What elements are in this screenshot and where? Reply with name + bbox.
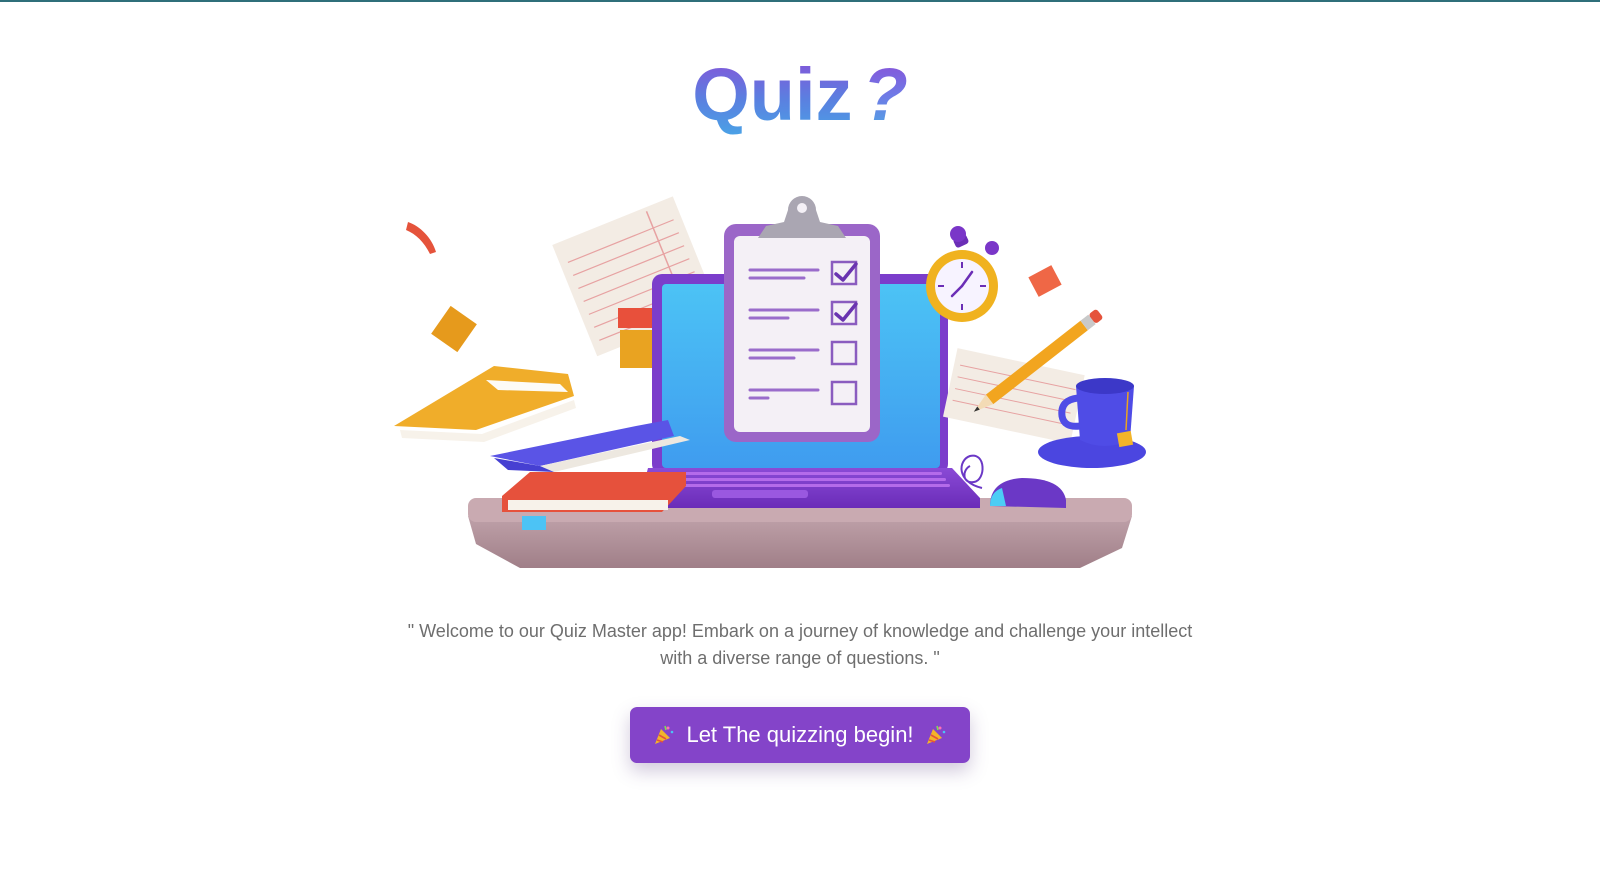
quiz-laptop-illustration: [394, 196, 1146, 568]
party-popper-icon: [655, 725, 674, 744]
sticky-note-yellow: [620, 330, 656, 368]
laptop-trackpad: [712, 490, 808, 498]
top-border: [0, 0, 1600, 2]
title-text: Quiz: [692, 53, 853, 136]
start-button-label: Let The quizzing begin!: [686, 722, 914, 747]
party-popper-icon: [926, 725, 945, 744]
lined-paper-right: [942, 348, 1085, 444]
page-title: Quiz?: [0, 58, 1600, 132]
laptop-keyboard: [658, 472, 950, 487]
confetti-orange-left: [431, 305, 477, 353]
confetti-red-right: [1028, 265, 1062, 297]
question-mark-icon: ?: [862, 53, 908, 136]
start-quiz-button[interactable]: Let The quizzing begin!: [630, 707, 970, 763]
stopwatch-icon: [926, 226, 999, 322]
clipboard-paper: [734, 236, 870, 432]
desk-shelf: [468, 516, 1132, 568]
confetti-red-left: [406, 222, 436, 254]
clipboard-clip-hole: [797, 203, 807, 213]
clipboard-clip: [758, 196, 846, 238]
welcome-text: " Welcome to our Quiz Master app! Embark…: [407, 621, 1193, 668]
yellow-notebook: [394, 366, 576, 442]
